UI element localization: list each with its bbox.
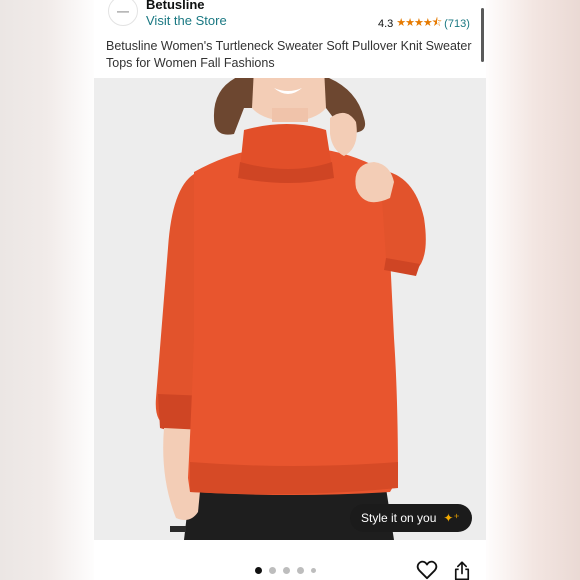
store-header: — Betusline Visit the Store 4.3 ★★★★⯪ (7… [94, 0, 486, 34]
product-page: — Betusline Visit the Store 4.3 ★★★★⯪ (7… [94, 0, 486, 580]
review-count[interactable]: (713) [444, 18, 470, 30]
product-image[interactable]: Style it on you ✦⁺ [94, 78, 486, 540]
pagination-dot[interactable] [311, 568, 316, 573]
sparkle-icon: ✦⁺ [443, 511, 460, 525]
pagination-dot[interactable] [283, 567, 290, 574]
product-photo [94, 78, 486, 540]
store-logo[interactable]: — [108, 0, 138, 26]
image-pagination[interactable] [255, 567, 316, 574]
pagination-dot[interactable] [269, 567, 276, 574]
heart-icon[interactable] [416, 560, 438, 580]
scrollbar[interactable] [481, 8, 484, 62]
store-name[interactable]: Betusline [146, 0, 205, 12]
share-icon[interactable] [452, 561, 472, 580]
product-title: Betusline Women's Turtleneck Sweater Sof… [106, 39, 472, 70]
rating-value: 4.3 [378, 17, 394, 30]
star-rating-icon: ★★★★⯪ [396, 17, 442, 29]
style-button-label: Style it on you [361, 511, 437, 525]
visit-store-link[interactable]: Visit the Store [146, 13, 227, 28]
pagination-dot[interactable] [297, 567, 304, 574]
rating-summary[interactable]: 4.3 ★★★★⯪ (713) [378, 14, 470, 33]
pagination-dot-active[interactable] [255, 567, 262, 574]
style-it-on-you-button[interactable]: Style it on you ✦⁺ [350, 504, 472, 532]
